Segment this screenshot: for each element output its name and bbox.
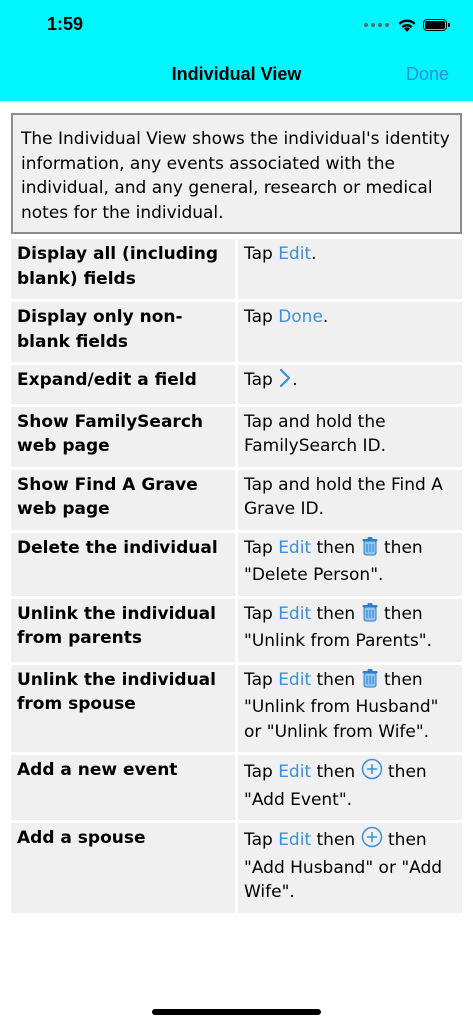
- instruction-text: Tap: [244, 669, 279, 690]
- inline-link[interactable]: Done: [278, 307, 323, 327]
- table-row: Delete the individual Tap Edit then then …: [11, 532, 462, 596]
- instruction-cell: Tap Edit.: [238, 239, 462, 299]
- instruction-text: then: [311, 762, 361, 782]
- instruction-cell: Tap Edit then then "Unlink from Parents"…: [238, 598, 462, 662]
- wifi-icon: [398, 18, 416, 32]
- instruction-text: .: [311, 244, 317, 264]
- instruction-text: Tap: [244, 603, 279, 624]
- action-cell: Delete the individual: [11, 532, 238, 596]
- inline-link[interactable]: Edit: [278, 538, 311, 558]
- instruction-text: .: [322, 307, 329, 327]
- instruction-text: Tap: [244, 762, 279, 782]
- instruction-text: .: [292, 370, 298, 390]
- cellular-signal-icon: [364, 23, 389, 27]
- page-title: Individual View: [171, 64, 302, 84]
- inline-link[interactable]: Edit: [278, 244, 311, 264]
- table-row: Add a spouse Tap Edit then then "Add Husb…: [11, 823, 462, 913]
- home-indicator[interactable]: [152, 1009, 321, 1015]
- instruction-text: Tap and hold the FamilySearch ID.: [244, 411, 387, 457]
- table-row: Expand/edit a field Tap .: [11, 365, 462, 404]
- instruction-cell: Tap and hold the FamilySearch ID.: [238, 406, 462, 467]
- help-table: Display all (including blank) fields Tap …: [11, 236, 462, 916]
- table-row: Show Find A Grave web page Tap and hold t…: [11, 469, 462, 530]
- table-row: Show FamilySearch web page Tap and hold t…: [11, 406, 462, 467]
- instruction-text: Tap: [244, 307, 279, 327]
- action-cell: Display all (including blank) fields: [11, 239, 238, 299]
- trash-icon: [361, 602, 379, 630]
- inline-link[interactable]: Edit: [278, 762, 311, 782]
- action-cell: Add a spouse: [11, 823, 238, 913]
- intro-text: The Individual View shows the individual…: [11, 113, 462, 234]
- instruction-text: Tap: [244, 830, 279, 850]
- instruction-cell: Tap Edit then then "Unlink from Husband"…: [238, 664, 462, 752]
- instruction-text: then: [311, 830, 361, 850]
- action-cell: Show FamilySearch web page: [11, 406, 238, 467]
- instruction-text: Tap: [244, 370, 279, 390]
- trash-icon: [361, 536, 379, 564]
- plus-circle-icon: [361, 758, 383, 788]
- action-cell: Show Find A Grave web page: [11, 469, 238, 530]
- instruction-text: then: [311, 669, 361, 690]
- instruction-cell: Tap and hold the Find A Grave ID.: [238, 469, 462, 530]
- battery-icon: [423, 19, 450, 31]
- instruction-cell: Tap Edit then then "Delete Person".: [238, 532, 462, 596]
- table-row: Display all (including blank) fields Tap …: [11, 239, 462, 299]
- inline-link[interactable]: Edit: [278, 830, 311, 850]
- done-button[interactable]: Done: [406, 64, 449, 85]
- status-time: 1:59: [47, 14, 84, 34]
- instruction-text: then: [311, 603, 361, 624]
- status-icons: [364, 15, 450, 35]
- trash-icon: [361, 668, 379, 696]
- table-row: Unlink the individual from parents Tap Ed…: [11, 598, 462, 662]
- inline-link[interactable]: Edit: [278, 670, 311, 690]
- table-row: Display only non-blank fields Tap Done.: [11, 302, 462, 362]
- action-cell: Expand/edit a field: [11, 365, 238, 404]
- instruction-text: then: [311, 537, 361, 558]
- instruction-text: Tap and hold the Find A Grave ID.: [244, 474, 443, 520]
- chevron-right-icon: [278, 368, 292, 396]
- action-cell: Unlink the individual from parents: [11, 598, 238, 662]
- nav-header: 1:59 Individual View Done: [0, 0, 473, 101]
- action-cell: Display only non-blank fields: [11, 302, 238, 362]
- instruction-cell: Tap Edit then then "Add Event".: [238, 755, 462, 820]
- table-row: Unlink the individual from spouse Tap Edi…: [11, 664, 462, 752]
- instruction-cell: Tap Done.: [238, 302, 462, 362]
- action-cell: Add a new event: [11, 755, 238, 820]
- instruction-cell: Tap Edit then then "Add Husband" or "Add…: [238, 823, 462, 913]
- instruction-cell: Tap .: [238, 365, 462, 404]
- instruction-text: Tap: [244, 244, 279, 264]
- instruction-text: Tap: [244, 537, 279, 558]
- table-row: Add a new event Tap Edit then then "Add E…: [11, 755, 462, 820]
- plus-circle-icon: [361, 826, 383, 856]
- inline-link[interactable]: Edit: [278, 604, 311, 624]
- action-cell: Unlink the individual from spouse: [11, 664, 238, 752]
